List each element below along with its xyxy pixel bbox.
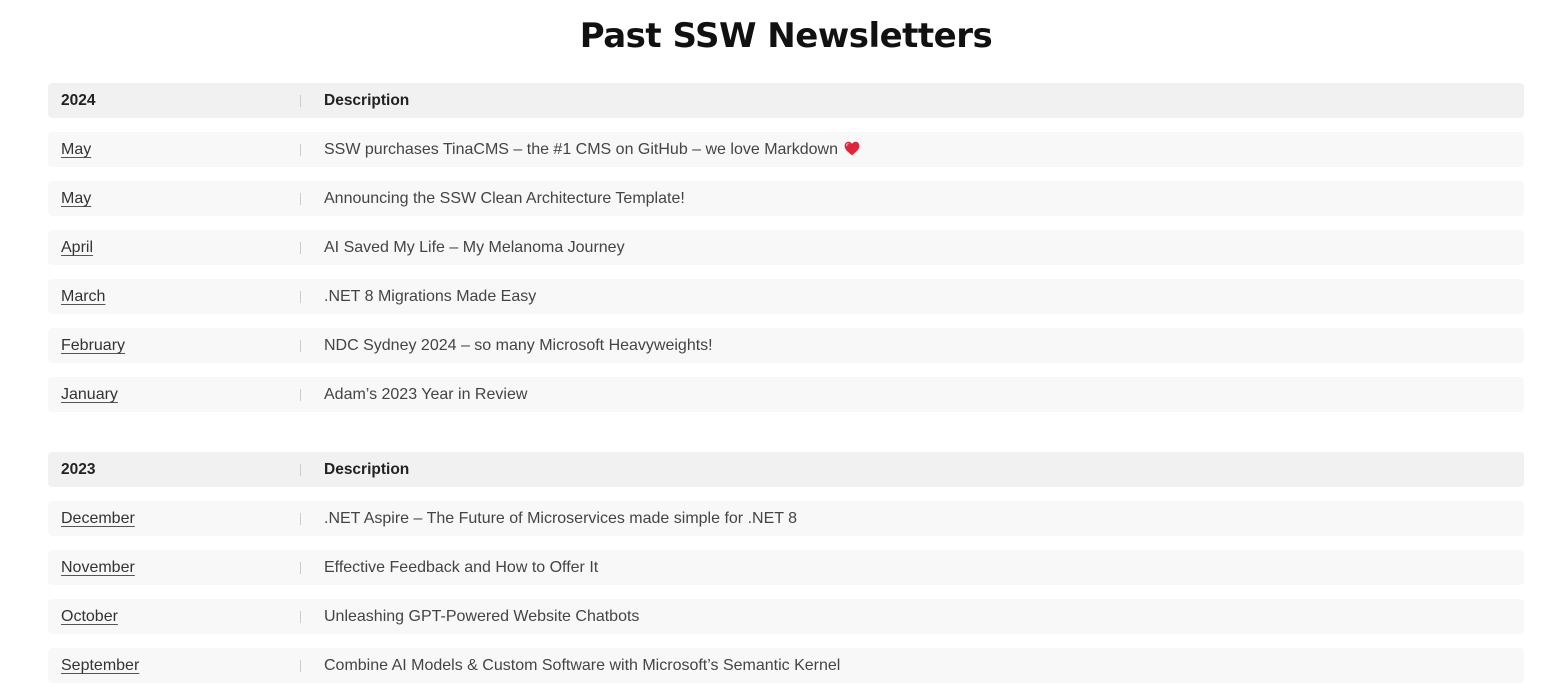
table-row: May Announcing the SSW Clean Architectur… — [48, 181, 1524, 216]
column-divider — [300, 660, 301, 672]
description-cell: Adam’s 2023 Year in Review — [324, 386, 528, 403]
column-divider — [300, 513, 301, 525]
table-header-row: 2024 Description — [48, 83, 1524, 118]
table-row: January Adam’s 2023 Year in Review — [48, 377, 1524, 412]
month-link[interactable]: February — [61, 337, 125, 354]
page-title: Past SSW Newsletters — [579, 16, 993, 56]
column-divider — [300, 291, 301, 303]
description-heading: Description — [324, 92, 410, 109]
month-link[interactable]: November — [61, 559, 135, 576]
heart-icon — [844, 141, 860, 156]
description-cell: Combine AI Models & Custom Software with… — [324, 657, 841, 674]
month-link[interactable]: May — [61, 141, 91, 158]
description-heading: Description — [324, 461, 410, 478]
table-header-row: 2023 Description — [48, 452, 1524, 487]
month-link[interactable]: April — [61, 239, 93, 256]
table-row: November Effective Feedback and How to O… — [48, 550, 1524, 585]
description-cell: Unleashing GPT-Powered Website Chatbots — [324, 608, 640, 625]
description-text: SSW purchases TinaCMS – the #1 CMS on Gi… — [324, 141, 838, 158]
description-cell: Effective Feedback and How to Offer It — [324, 559, 599, 576]
description-cell: Announcing the SSW Clean Architecture Te… — [324, 190, 685, 207]
month-link[interactable]: October — [61, 608, 118, 625]
year-table-2023: 2023 Description December .NET Aspire – … — [48, 452, 1524, 683]
table-row: February NDC Sydney 2024 – so many Micro… — [48, 328, 1524, 363]
description-cell: .NET Aspire – The Future of Microservice… — [324, 510, 798, 527]
month-link[interactable]: January — [61, 386, 118, 403]
table-row: May SSW purchases TinaCMS – the #1 CMS o… — [48, 132, 1524, 167]
description-cell: .NET 8 Migrations Made Easy — [324, 288, 537, 305]
description-cell: SSW purchases TinaCMS – the #1 CMS on Gi… — [324, 132, 860, 167]
column-divider — [300, 193, 301, 205]
table-row: April AI Saved My Life – My Melanoma Jou… — [48, 230, 1524, 265]
year-heading: 2023 — [61, 461, 96, 478]
month-link[interactable]: December — [61, 510, 135, 527]
column-divider — [300, 144, 301, 156]
column-divider — [300, 464, 301, 476]
month-link[interactable]: March — [61, 288, 105, 305]
column-divider — [300, 562, 301, 574]
table-row: October Unleashing GPT-Powered Website C… — [48, 599, 1524, 634]
year-heading: 2024 — [61, 92, 96, 109]
year-table-2024: 2024 Description May SSW purchases TinaC… — [48, 83, 1524, 412]
column-divider — [300, 611, 301, 623]
table-row: March .NET 8 Migrations Made Easy — [48, 279, 1524, 314]
column-divider — [300, 242, 301, 254]
column-divider — [300, 389, 301, 401]
newsletter-tables: 2024 Description May SSW purchases TinaC… — [48, 83, 1524, 683]
table-row: September Combine AI Models & Custom Sof… — [48, 648, 1524, 683]
description-cell: NDC Sydney 2024 – so many Microsoft Heav… — [324, 337, 713, 354]
month-link[interactable]: September — [61, 657, 139, 674]
month-link[interactable]: May — [61, 190, 91, 207]
description-cell: AI Saved My Life – My Melanoma Journey — [324, 239, 625, 256]
table-row: December .NET Aspire – The Future of Mic… — [48, 501, 1524, 536]
column-divider — [300, 95, 301, 107]
column-divider — [300, 340, 301, 352]
